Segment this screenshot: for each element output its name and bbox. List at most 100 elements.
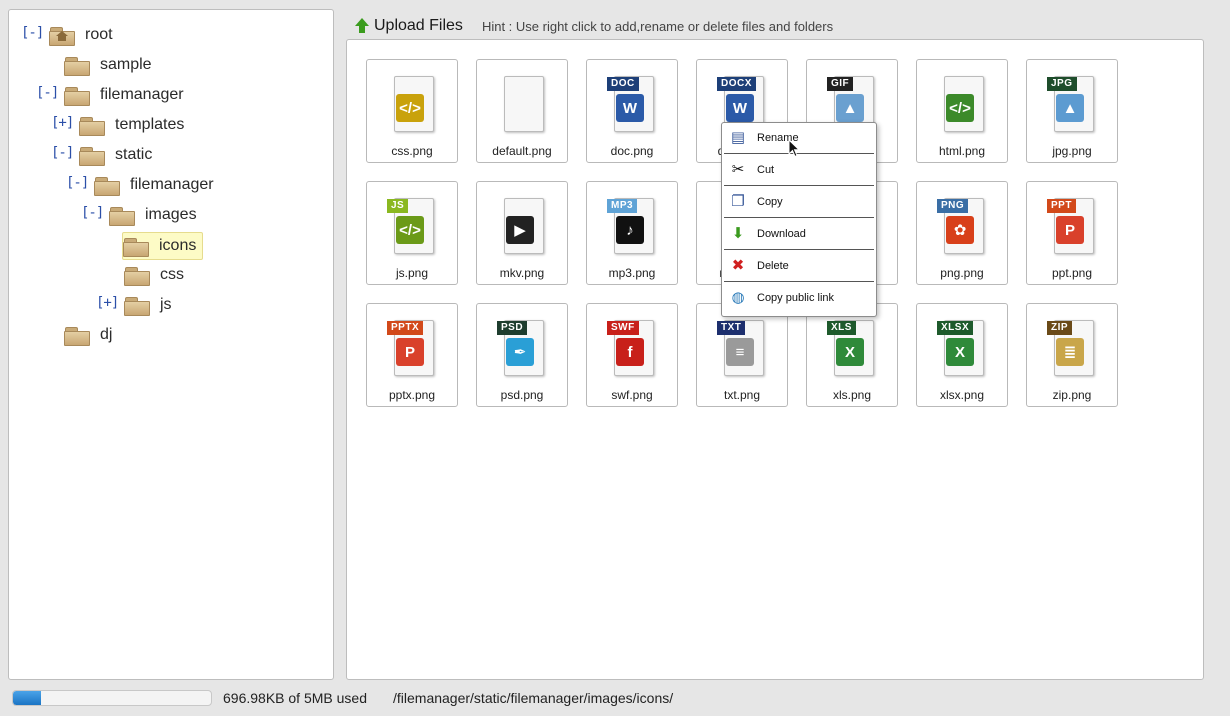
file-type-glyph: ♪ xyxy=(616,216,644,244)
file-tile[interactable]: PPTX P pptx.png xyxy=(366,303,458,407)
file-type-glyph: ✒ xyxy=(506,338,534,366)
menu-item-copy-public-link[interactable]: ◍ Copy public link xyxy=(724,283,874,313)
upload-files-label: Upload Files xyxy=(374,17,463,34)
scissors-icon: ✂ xyxy=(731,161,745,178)
file-name: mkv.png xyxy=(499,266,545,280)
file-tile[interactable]: </> css.png xyxy=(366,59,458,163)
file-type-tag: DOC xyxy=(607,77,639,91)
file-tile[interactable]: XLSX Xxlsx.png xyxy=(916,303,1008,407)
tree-item-templates[interactable]: templates xyxy=(79,112,184,138)
tree-item-label: templates xyxy=(115,116,185,133)
tree-toggle-root[interactable]: [-] xyxy=(21,25,44,41)
tree-item-label: dj xyxy=(100,326,113,343)
file-name: css.png xyxy=(391,144,433,158)
file-tile[interactable]: JPG ▲ jpg.png xyxy=(1026,59,1118,163)
tree-item-label: js xyxy=(160,296,172,313)
rename-icon: ▤ xyxy=(730,129,746,146)
tree-item-root[interactable]: root xyxy=(49,22,113,48)
folder-icon xyxy=(64,325,90,346)
tree-toggle-templates[interactable]: [+] xyxy=(51,115,74,131)
tree-item-sample[interactable]: sample xyxy=(64,52,152,78)
txt-file-icon: TXT ≡ xyxy=(717,318,766,376)
file-name: xlsx.png xyxy=(939,388,985,402)
file-type-tag: PPT xyxy=(1047,199,1076,213)
file-tile[interactable]: DOC Wdoc.png xyxy=(586,59,678,163)
file-type-tag: JS xyxy=(387,199,409,213)
folder-icon xyxy=(79,145,105,166)
toolbar: Upload Files Hint : Use right click to a… xyxy=(354,14,833,38)
zip-file-icon: ZIP ≣ xyxy=(1047,318,1096,376)
file-type-tag: MP3 xyxy=(607,199,638,213)
file-tile[interactable]: PNG ✿ png.png xyxy=(916,181,1008,285)
audio-file-icon: MP3 ♪ xyxy=(607,196,656,254)
menu-item-cut[interactable]: ✂ Cut xyxy=(724,155,874,186)
css-file-icon: </> xyxy=(390,74,436,132)
file-type-glyph: X xyxy=(946,338,974,366)
file-type-tag: TXT xyxy=(717,321,746,335)
file-name: js.png xyxy=(395,266,429,280)
file-tile[interactable]: default.png xyxy=(476,59,568,163)
file-tile[interactable]: TXT ≡ txt.png xyxy=(696,303,788,407)
tree-item-js[interactable]: js xyxy=(124,292,172,318)
tree-toggle-static[interactable]: [-] xyxy=(51,145,74,161)
menu-item-label: Download xyxy=(757,228,806,240)
tree-item-css[interactable]: css xyxy=(124,262,184,288)
file-tile[interactable]: ▶ mkv.png xyxy=(476,181,568,285)
menu-item-delete[interactable]: ✖ Delete xyxy=(724,251,874,282)
file-name: pptx.png xyxy=(388,388,436,402)
tree-item-label: icons xyxy=(159,237,197,254)
file-tile[interactable]: ZIP ≣ zip.png xyxy=(1026,303,1118,407)
folder-icon xyxy=(64,85,90,106)
tree-item-filemanager[interactable]: filemanager xyxy=(64,82,184,108)
file-tile[interactable]: PPT Pppt.png xyxy=(1026,181,1118,285)
file-type-glyph: ▶ xyxy=(506,216,534,244)
upload-files-button[interactable]: Upload Files xyxy=(354,17,463,35)
file-tile[interactable]: XLS Xxls.png xyxy=(806,303,898,407)
file-tile[interactable]: PSD ✒ psd.png xyxy=(476,303,568,407)
menu-item-copy[interactable]: ❐ Copy xyxy=(724,187,874,218)
tree-item-images[interactable]: images xyxy=(109,202,197,228)
home-folder-icon xyxy=(49,25,75,46)
file-tile[interactable]: SWF f swf.png xyxy=(586,303,678,407)
tree-item-filemanager[interactable]: filemanager xyxy=(94,172,214,198)
tree-toggle-filemanager[interactable]: [-] xyxy=(36,85,59,101)
tree-item-static[interactable]: static xyxy=(79,142,152,168)
file-type-tag: PNG xyxy=(937,199,969,213)
file-type-glyph: ≡ xyxy=(726,338,754,366)
download-icon: ⬇ xyxy=(731,225,745,242)
default-file-icon xyxy=(500,74,546,132)
file-type-glyph: </> xyxy=(946,94,974,122)
file-type-tag: XLS xyxy=(827,321,856,335)
menu-item-download[interactable]: ⬇ Download xyxy=(724,219,874,250)
mouse-cursor-icon xyxy=(788,139,801,158)
menu-item-label: Copy public link xyxy=(757,292,835,304)
tree-toggle-images[interactable]: [-] xyxy=(81,205,104,221)
tree-toggle-js[interactable]: [+] xyxy=(96,295,119,311)
folder-icon xyxy=(79,115,105,136)
folder-tree-panel: [-] root sample [-] filemanager [+] templates [… xyxy=(8,9,334,680)
file-tile[interactable]: MP3 ♪ mp3.png xyxy=(586,181,678,285)
tree-toggle-filemanager[interactable]: [-] xyxy=(66,175,89,191)
file-type-tag: DOCX xyxy=(717,77,756,91)
file-name: psd.png xyxy=(500,388,544,402)
hint-text: Hint : Use right click to add,rename or … xyxy=(481,18,834,34)
ppt-file-icon: PPT P xyxy=(1047,196,1096,254)
storage-usage-bar xyxy=(12,690,212,706)
file-type-glyph: </> xyxy=(396,216,424,244)
file-type-glyph: ▲ xyxy=(1056,94,1084,122)
swf-file-icon: SWF f xyxy=(607,318,656,376)
menu-item-label: Cut xyxy=(757,164,775,176)
file-tile[interactable]: JS </> js.png xyxy=(366,181,458,285)
tree-item-label: images xyxy=(145,206,197,223)
png-file-icon: PNG ✿ xyxy=(937,196,986,254)
file-tile[interactable]: </> html.png xyxy=(916,59,1008,163)
pptx-file-icon: PPTX P xyxy=(387,318,436,376)
file-type-glyph: W xyxy=(726,94,754,122)
tree-item-icons[interactable]: icons xyxy=(122,232,204,260)
tree-item-dj[interactable]: dj xyxy=(64,322,112,348)
file-name: jpg.png xyxy=(1052,144,1092,158)
file-name: default.png xyxy=(492,144,552,158)
globe-icon: ◍ xyxy=(731,289,745,306)
psd-file-icon: PSD ✒ xyxy=(497,318,546,376)
file-type-glyph: ≣ xyxy=(1056,338,1084,366)
